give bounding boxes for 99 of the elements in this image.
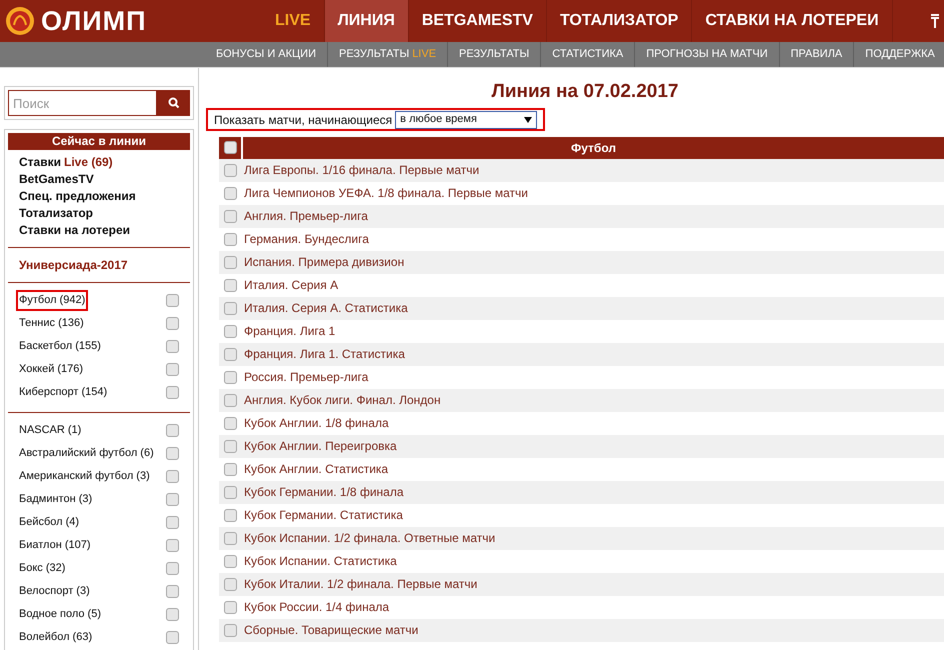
league-link[interactable]: Кубок Англии. Статистика [244,460,388,478]
league-link[interactable]: Испания. Примера дивизион [244,253,404,271]
checkbox[interactable] [224,302,237,314]
checkbox[interactable] [166,493,179,506]
checkbox[interactable] [224,186,237,200]
sidebar-link[interactable]: Ставки на лотереи [19,222,179,239]
time-dropdown[interactable]: в любое время [395,110,538,128]
league-link[interactable]: Франция. Лига 1. Статистика [244,345,405,363]
league-link[interactable]: Италия. Серия А. Статистика [244,299,408,317]
checkbox[interactable] [166,363,179,376]
event-link[interactable]: Универсиада-2017 [19,256,179,274]
page-title: Линия на 07.02.2017 [490,80,680,104]
checkbox[interactable] [166,562,179,575]
sport-link[interactable]: Волейбол (63) [19,629,92,646]
league-link[interactable]: Германия. Бундеслига [244,230,369,248]
search-field[interactable]: Поиск [8,90,157,116]
checkbox[interactable] [224,256,237,268]
league-link[interactable]: Англия. Кубок лиги. Финал. Лондон [244,391,441,409]
checkbox[interactable] [166,631,179,644]
sport-link[interactable]: Бадминтон (3) [19,491,92,508]
checkbox[interactable] [224,532,237,544]
checkbox[interactable] [166,447,179,460]
checkbox[interactable] [166,539,179,552]
logo-text: ОЛИМП [41,4,147,38]
checkbox[interactable] [166,294,179,307]
sidebar-link[interactable]: Спец. предложения [19,188,179,205]
checkbox[interactable] [224,232,237,246]
checkbox[interactable] [224,578,237,590]
checkbox[interactable] [166,317,179,330]
dropdown-caret-icon [524,116,532,122]
nav-tab[interactable]: ЛИНИЯ [324,0,409,42]
league-link[interactable]: Кубок Германии. 1/8 финала [244,483,404,501]
sub-nav-link[interactable]: БОНУСЫ И АКЦИИ [205,42,328,67]
checkbox[interactable] [166,516,179,529]
league-link[interactable]: Лига Чемпионов УЕФА. 1/8 финала. Первые матчи [244,184,528,202]
sport-link[interactable]: Водное поло (5) [19,606,101,623]
checkbox[interactable] [224,394,237,406]
search-button[interactable] [157,90,190,116]
checkbox[interactable] [224,486,237,498]
sport-link[interactable]: Киберспорт (154) [19,384,108,401]
league-link[interactable]: Сборные. Товарищеские матчи [244,621,418,639]
sub-nav-link[interactable]: СТАТИСТИКА [541,42,636,67]
league-link[interactable]: Италия. Серия А [244,276,338,294]
checkbox[interactable] [224,624,237,636]
sport-link[interactable]: Баскетбол (155) [19,338,101,355]
league-link[interactable]: Кубок Испании. Статистика [244,552,397,570]
checkbox[interactable] [224,440,237,452]
league-link[interactable]: Кубок Англии. 1/8 финала [244,414,389,432]
sport-link[interactable]: Бокс (32) [19,560,66,577]
sub-nav-link[interactable]: ПРАВИЛА [780,42,854,67]
checkbox[interactable] [224,508,237,522]
league-link[interactable]: Кубок Англии. Переигровка [244,437,397,455]
table-heading: Футбол [243,136,944,158]
league-link[interactable]: Лига Европы. 1/16 финала. Первые матчи [244,161,480,179]
checkbox[interactable] [166,340,179,353]
sport-link[interactable]: Бейсбол (4) [19,514,80,531]
checkbox[interactable] [166,608,179,621]
checkbox[interactable] [166,470,179,483]
sport-link[interactable]: Биатлон (107) [19,537,91,554]
sport-link[interactable]: Теннис (136) [19,315,84,332]
league-link[interactable]: Кубок Германии. Статистика [244,506,403,524]
sidebar-link[interactable]: Тотализатор [19,205,179,222]
sport-link[interactable]: Хоккей (176) [19,361,84,378]
checkbox[interactable] [166,585,179,598]
checkbox[interactable] [224,554,237,568]
checkbox[interactable] [224,324,237,338]
league-link[interactable]: Россия. Премьер-лига [244,368,368,386]
checkbox[interactable] [224,278,237,292]
sport-link[interactable]: Австралийский футбол (6) [19,445,154,462]
checkbox[interactable] [224,164,237,176]
league-link[interactable]: Франция. Лига 1 [244,322,336,340]
league-link[interactable]: Кубок Италии. 1/2 финала. Первые матчи [244,575,478,593]
checkbox[interactable] [224,600,237,614]
checkbox[interactable] [166,386,179,399]
league-link[interactable]: Англия. Премьер-лига [244,207,368,225]
sub-nav-link[interactable]: ПРОГНОЗЫ НА МАТЧИ [635,42,780,67]
checkbox[interactable] [224,370,237,384]
checkbox[interactable] [166,424,179,437]
sport-link[interactable]: Футбол (942) [16,290,88,311]
checkbox[interactable] [224,210,237,222]
sport-link[interactable]: NASCAR (1) [19,422,82,439]
select-all-checkbox[interactable] [224,141,236,154]
pin-icon[interactable] [930,14,940,28]
search-icon [168,97,180,109]
filter-label: Показать матчи, начинающиеся [214,112,392,128]
checkbox[interactable] [224,348,237,360]
league-link[interactable]: Кубок России. 1/4 финала [244,598,390,616]
sub-nav-link[interactable]: РЕЗУЛЬТАТЫ [448,42,542,67]
sport-link[interactable]: Велоспорт (3) [19,583,90,600]
sub-nav-link[interactable]: РЕЗУЛЬТАТЫ LIVE [328,42,448,67]
laurel-logo-icon [5,6,35,36]
checkbox[interactable] [224,416,237,430]
sport-link[interactable]: Американский футбол (3) [19,468,150,485]
league-link[interactable]: Кубок Испании. 1/2 финала. Ответные матчи [244,529,496,547]
sub-nav-link[interactable]: ПОДДЕРЖКА [854,42,944,67]
sidebar-link[interactable]: Ставки Live (69) [19,154,179,171]
sidebar-link[interactable]: BetGamesTV [19,171,179,188]
checkbox[interactable] [224,462,237,476]
section-title: Сейчас в линии [8,133,190,150]
